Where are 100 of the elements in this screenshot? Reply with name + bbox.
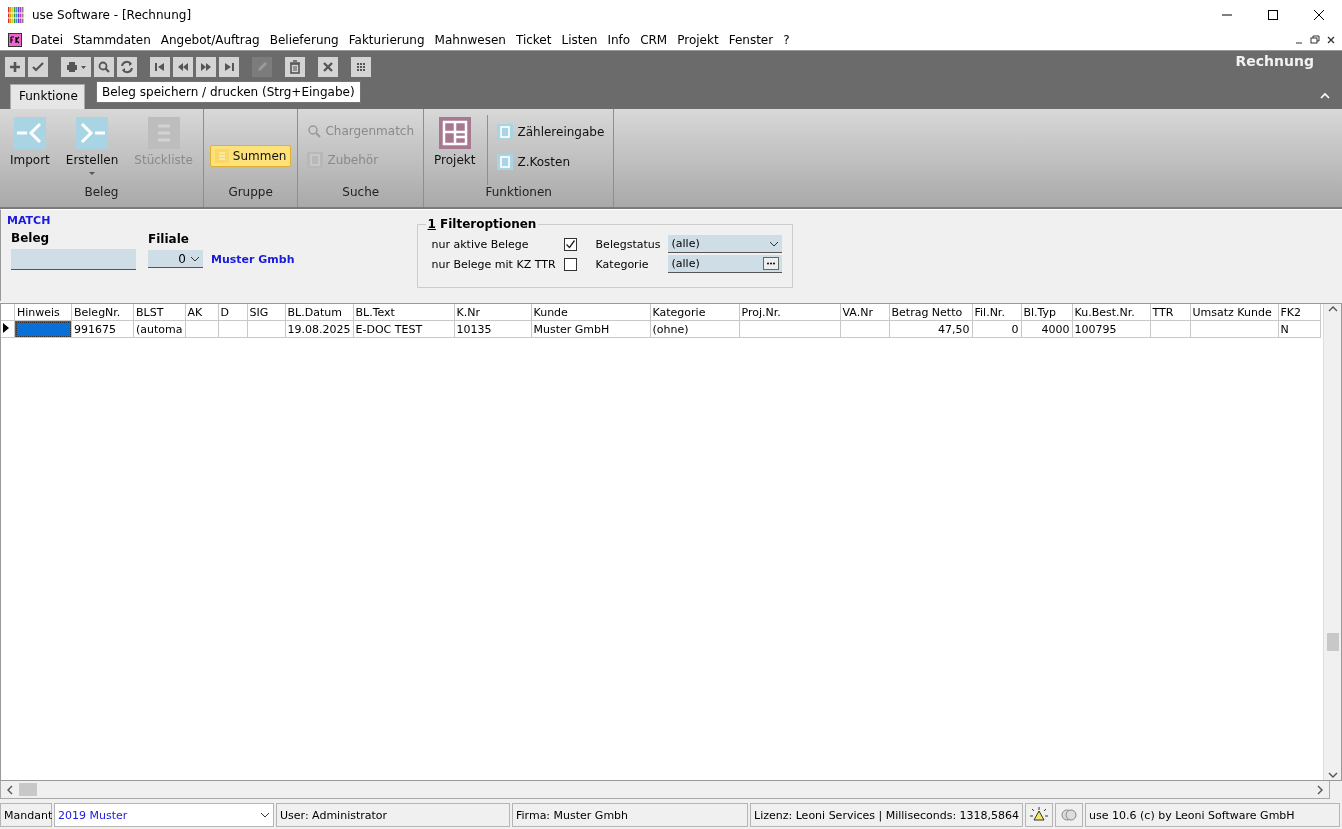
column-header[interactable]: BL.Datum: [285, 304, 353, 321]
chevron-down-icon[interactable]: [769, 240, 780, 247]
table-cell: 0: [972, 320, 1021, 338]
checkbox-label: nur aktive Belege: [431, 237, 530, 251]
menu-item[interactable]: Angebot/Auftrag: [155, 33, 265, 47]
menu-item[interactable]: Datei: [26, 33, 68, 47]
category-picker[interactable]: (alle): [668, 255, 783, 273]
menu-item[interactable]: Mahnwesen: [429, 33, 511, 47]
last-record-button[interactable]: [219, 57, 239, 77]
status-dropdown[interactable]: (alle): [668, 235, 783, 253]
search-icon: [96, 59, 112, 75]
column-header[interactable]: Ku.Best.Nr.: [1072, 304, 1150, 321]
plus-button[interactable]: [5, 57, 25, 77]
restore-icon[interactable]: [1308, 33, 1322, 47]
column-header[interactable]: Bl.Typ: [1021, 304, 1072, 321]
checkmark-button[interactable]: [28, 57, 48, 77]
chevron-up-icon[interactable]: [1320, 92, 1330, 100]
scrollbar-thumb[interactable]: [19, 783, 37, 796]
printer-icon: [64, 59, 80, 75]
column-header[interactable]: VA.Nr: [840, 304, 889, 321]
checkmark-icon: [564, 238, 576, 250]
ribbon-tab[interactable]: Funktione: [10, 84, 85, 109]
filiale-dropdown[interactable]: 0: [148, 250, 203, 268]
caret-icon[interactable]: [88, 171, 97, 176]
column-header[interactable]: Proj.Nr.: [739, 304, 840, 321]
mandant-dropdown[interactable]: 2019 Muster: [54, 803, 274, 827]
column-header[interactable]: AK: [185, 304, 218, 321]
column-header[interactable]: TTR: [1150, 304, 1190, 321]
first-record-button[interactable]: [150, 57, 170, 77]
ribbon-button[interactable]: Import: [6, 115, 54, 185]
column-header[interactable]: Hinweis: [14, 304, 72, 321]
table-cell: [247, 320, 285, 338]
scroll-left-icon[interactable]: [5, 784, 15, 795]
tooltip: Beleg speichern / drucken (Strg+Eingabe): [96, 81, 361, 103]
module-title: Rechnung: [1235, 52, 1315, 69]
arrow-out-icon: [76, 117, 109, 149]
menu-item[interactable]: Stammdaten: [68, 33, 156, 47]
bulb-icon[interactable]: [1029, 806, 1050, 824]
maximize-icon[interactable]: [1268, 10, 1278, 20]
menu-item[interactable]: CRM: [635, 33, 673, 47]
ribbon-button[interactable]: Erstellen: [61, 115, 123, 185]
ribbon-button[interactable]: Projekt: [430, 115, 480, 185]
fast-forward-button[interactable]: [196, 57, 216, 77]
scroll-up-icon[interactable]: [1327, 304, 1338, 314]
group-title: 1 Filteroptionen: [425, 217, 539, 231]
trash-button[interactable]: [285, 57, 305, 77]
column-header[interactable]: D: [218, 304, 247, 321]
menu-item[interactable]: Listen: [556, 33, 603, 47]
column-header[interactable]: BLST: [133, 304, 185, 321]
column-header[interactable]: FK2: [1278, 304, 1320, 321]
table-cell: N: [1278, 320, 1320, 338]
menu-item[interactable]: Info: [602, 33, 636, 47]
scroll-down-icon[interactable]: [1327, 770, 1338, 780]
menu-item[interactable]: Fakturierung: [343, 33, 430, 47]
column-header[interactable]: BelegNr.: [71, 304, 134, 321]
column-header[interactable]: Umsatz Kunde: [1190, 304, 1278, 321]
table-cell: [185, 320, 218, 338]
ribbon-button[interactable]: Z.Kosten: [494, 153, 608, 171]
chevron-down-icon[interactable]: [190, 255, 200, 262]
field-label: Beleg: [11, 231, 51, 245]
column-header[interactable]: SIG: [247, 304, 285, 321]
close-icon[interactable]: [1314, 10, 1324, 20]
more-icon[interactable]: [766, 262, 777, 265]
table-cell: Muster GmbH: [531, 320, 650, 338]
group-label: Beleg: [83, 185, 120, 201]
menu-item[interactable]: ?: [778, 33, 795, 47]
column-header[interactable]: Kategorie: [650, 304, 739, 321]
menu-item[interactable]: Projekt: [672, 33, 724, 47]
menu-item[interactable]: Ticket: [510, 33, 557, 47]
status-version: use 10.6 (c) by Leoni Software GmbH: [1085, 803, 1340, 827]
scrollbar-thumb[interactable]: [1326, 633, 1339, 651]
close-button[interactable]: [318, 57, 338, 77]
column-header[interactable]: Fil.Nr.: [972, 304, 1021, 321]
ribbon-button[interactable]: Zählereingabe: [494, 123, 608, 141]
checkbox[interactable]: [563, 237, 577, 251]
grid-button[interactable]: [351, 57, 371, 77]
ribbon-button[interactable]: Summen: [209, 145, 292, 167]
table-cell: 4000: [1021, 320, 1072, 338]
checkbox-label: nur Belege mit KZ TTR: [431, 257, 556, 271]
beleg-input-field[interactable]: [11, 249, 136, 270]
refresh-button[interactable]: [117, 57, 137, 77]
column-header[interactable]: BL.Text: [353, 304, 454, 321]
printer-button[interactable]: [61, 57, 91, 77]
menu-item[interactable]: Fenster: [723, 33, 779, 47]
checkbox[interactable]: [563, 257, 577, 271]
status-user: User: Administrator: [276, 803, 510, 827]
scroll-right-icon[interactable]: [1315, 784, 1325, 795]
document-icon[interactable]: [8, 33, 22, 47]
group-label: Gruppe: [227, 185, 274, 201]
column-header[interactable]: K.Nr: [454, 304, 531, 321]
rewind-button[interactable]: [173, 57, 193, 77]
table-cell: [218, 320, 247, 338]
search-button[interactable]: [94, 57, 114, 77]
menu-item[interactable]: Belieferung: [264, 33, 344, 47]
chevron-down-icon[interactable]: [260, 812, 270, 818]
company-name: Muster Gmbh: [211, 252, 295, 266]
column-header[interactable]: Betrag Netto: [889, 304, 972, 321]
column-header[interactable]: Kunde: [531, 304, 650, 321]
table-cell: 19.08.2025: [285, 320, 353, 338]
window-title: use Software - [Rechnung]: [32, 8, 193, 22]
